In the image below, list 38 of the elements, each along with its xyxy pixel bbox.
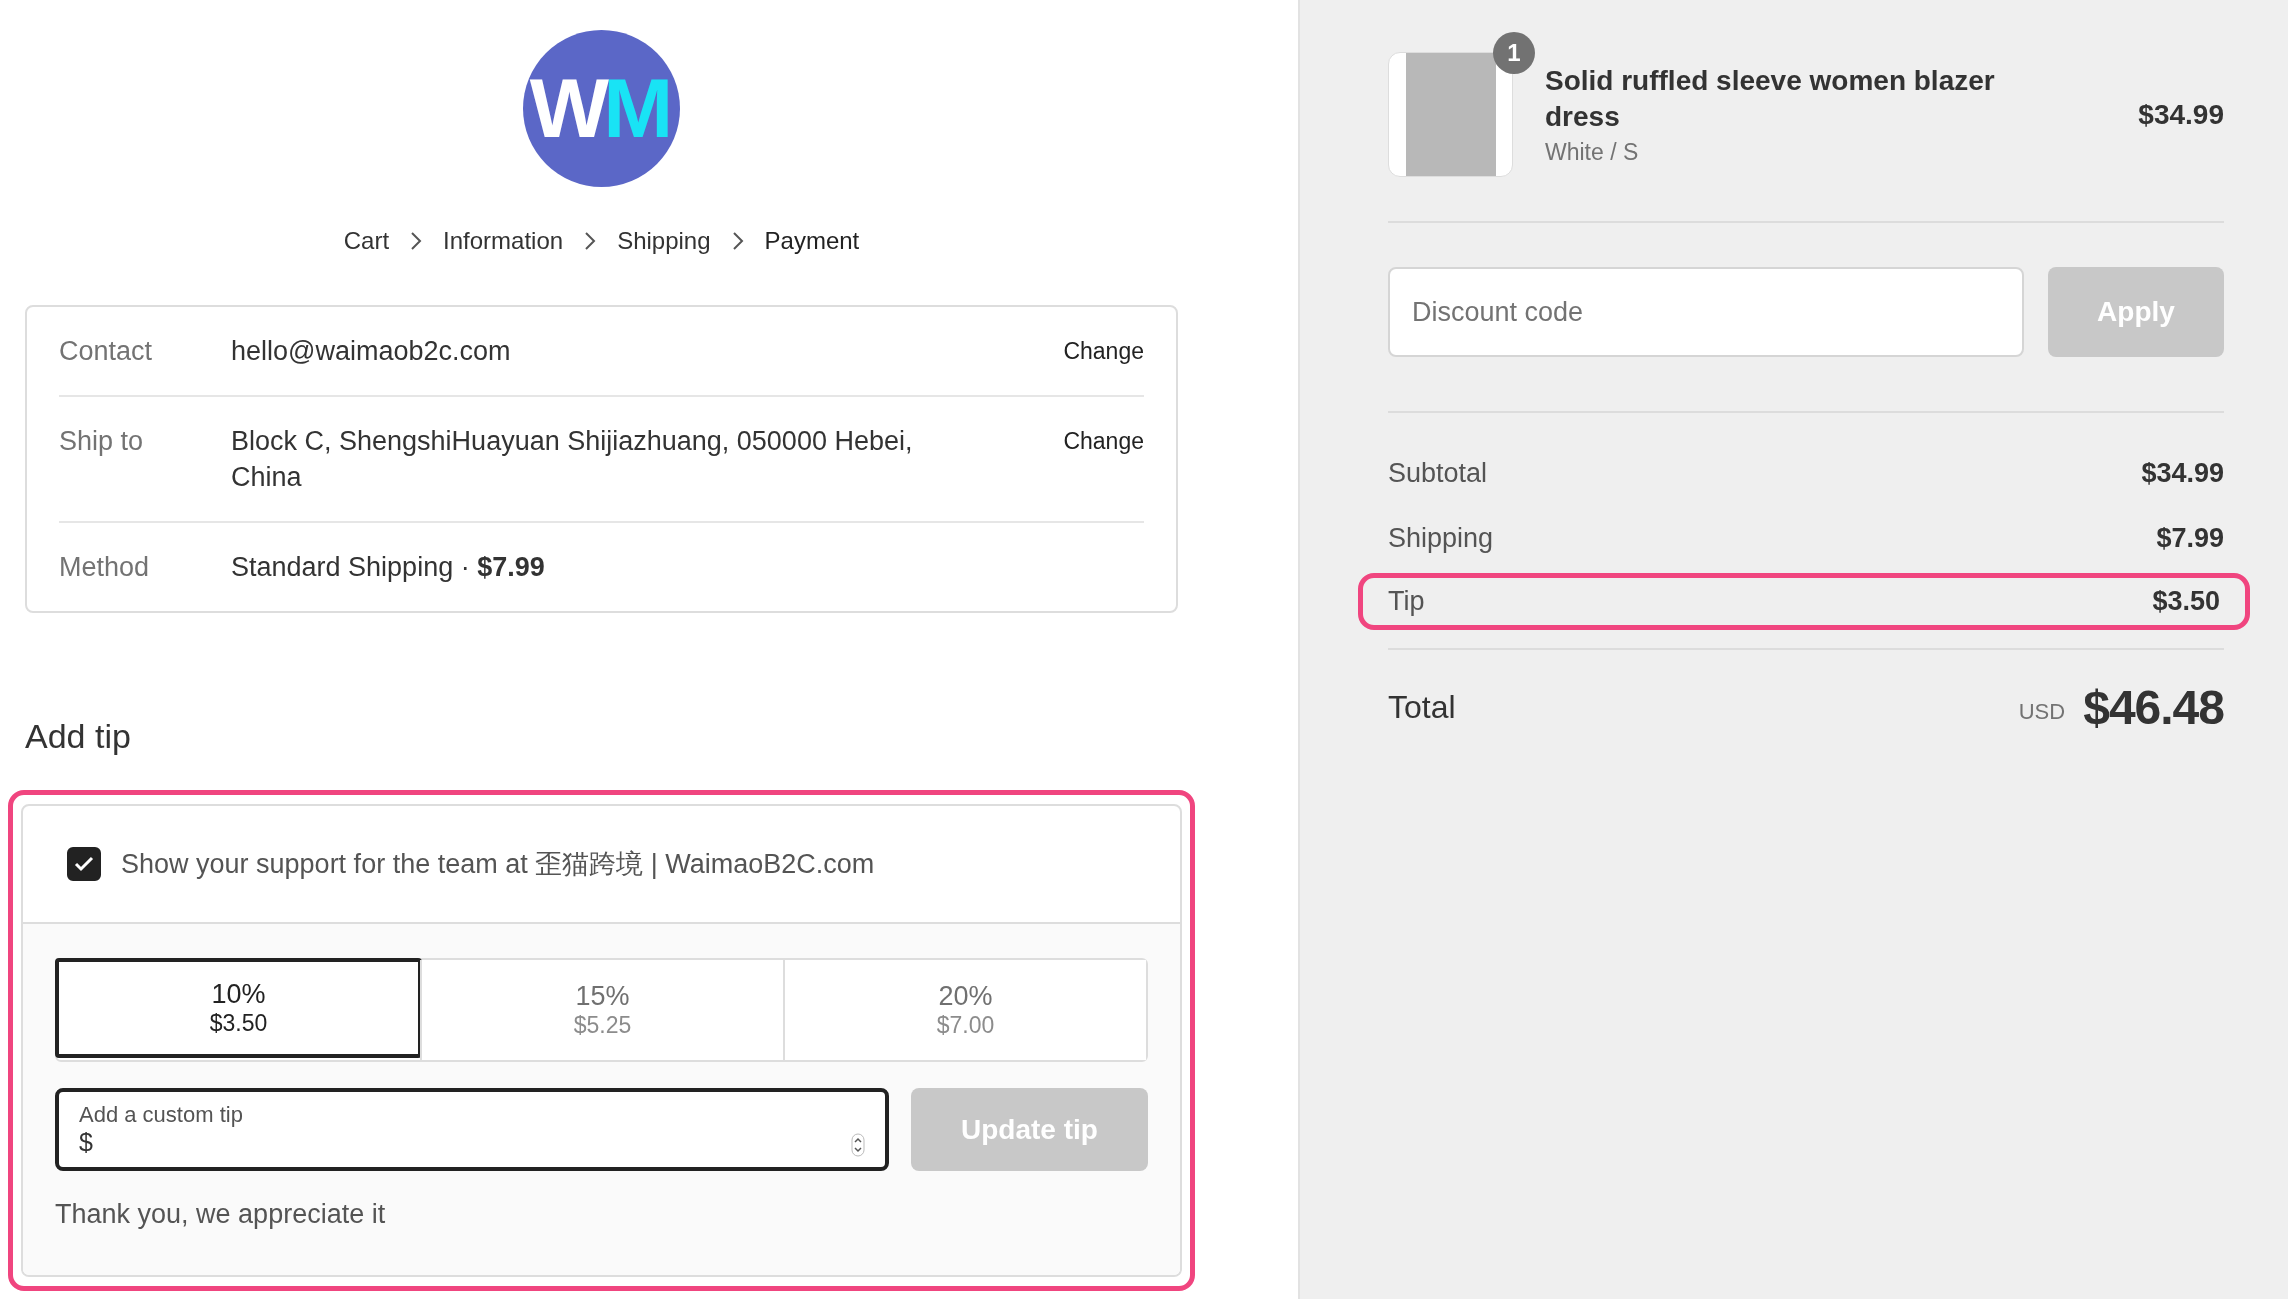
total-value: $46.48	[2083, 680, 2224, 735]
review-label: Method	[59, 551, 151, 584]
section-title: Add tip	[25, 717, 132, 756]
breadcrumb-link[interactable]: Payment	[764, 227, 860, 255]
chevron-icon	[583, 231, 598, 251]
thank-you-text: Thank you, we appreciate it	[55, 1199, 387, 1230]
product-name: Solid ruffled sleeve women blazer dress	[1545, 64, 1996, 134]
currency-code: USD	[2018, 698, 2066, 725]
summary-value: $34.99	[2141, 458, 2224, 489]
change-link[interactable]: Change	[1063, 423, 1144, 495]
summary-label: Shipping	[1388, 523, 1494, 554]
chevron-icon	[409, 231, 424, 251]
logo[interactable]: WM	[523, 30, 680, 187]
breadcrumb-link[interactable]: Information	[443, 227, 564, 255]
quantity-badge: 1	[1493, 32, 1535, 74]
product-variant: White / S	[1545, 139, 1640, 166]
checkbox-label: Show your support for the team at 歪猫跨境 | WaimaoB2C.com	[121, 848, 875, 881]
tip-option[interactable]: 10% $3.50	[55, 958, 422, 1058]
change-link[interactable]: Change	[1063, 333, 1144, 369]
spinner-icon[interactable]	[851, 1133, 865, 1157]
chevron-icon	[730, 231, 745, 251]
breadcrumb-link[interactable]: Shipping	[617, 227, 711, 255]
summary-value: $7.99	[2156, 523, 2224, 554]
review-value: hello@waimaob2c.com	[231, 335, 512, 368]
summary-value: $3.50	[2152, 586, 2220, 617]
total-label: Total	[1388, 689, 1456, 726]
custom-tip-field[interactable]: Add a custom tip $	[55, 1088, 889, 1171]
review-label: Ship to	[59, 425, 145, 458]
review-value: Block C, ShengshiHuayuan Shijiazhuang, 050000 Hebei, China	[231, 425, 914, 494]
check-icon	[74, 856, 94, 872]
tip-option[interactable]: 20% $7.00	[783, 960, 1146, 1060]
review-label: Contact	[59, 335, 154, 368]
checkbox[interactable]	[67, 847, 101, 881]
review-value: Standard Shipping · $7.99	[231, 551, 546, 584]
summary-label: Subtotal	[1388, 458, 1488, 489]
product-price: $34.99	[2138, 98, 2224, 131]
summary-label: Tip	[1388, 586, 1425, 617]
breadcrumb-link[interactable]: Cart	[343, 227, 390, 255]
